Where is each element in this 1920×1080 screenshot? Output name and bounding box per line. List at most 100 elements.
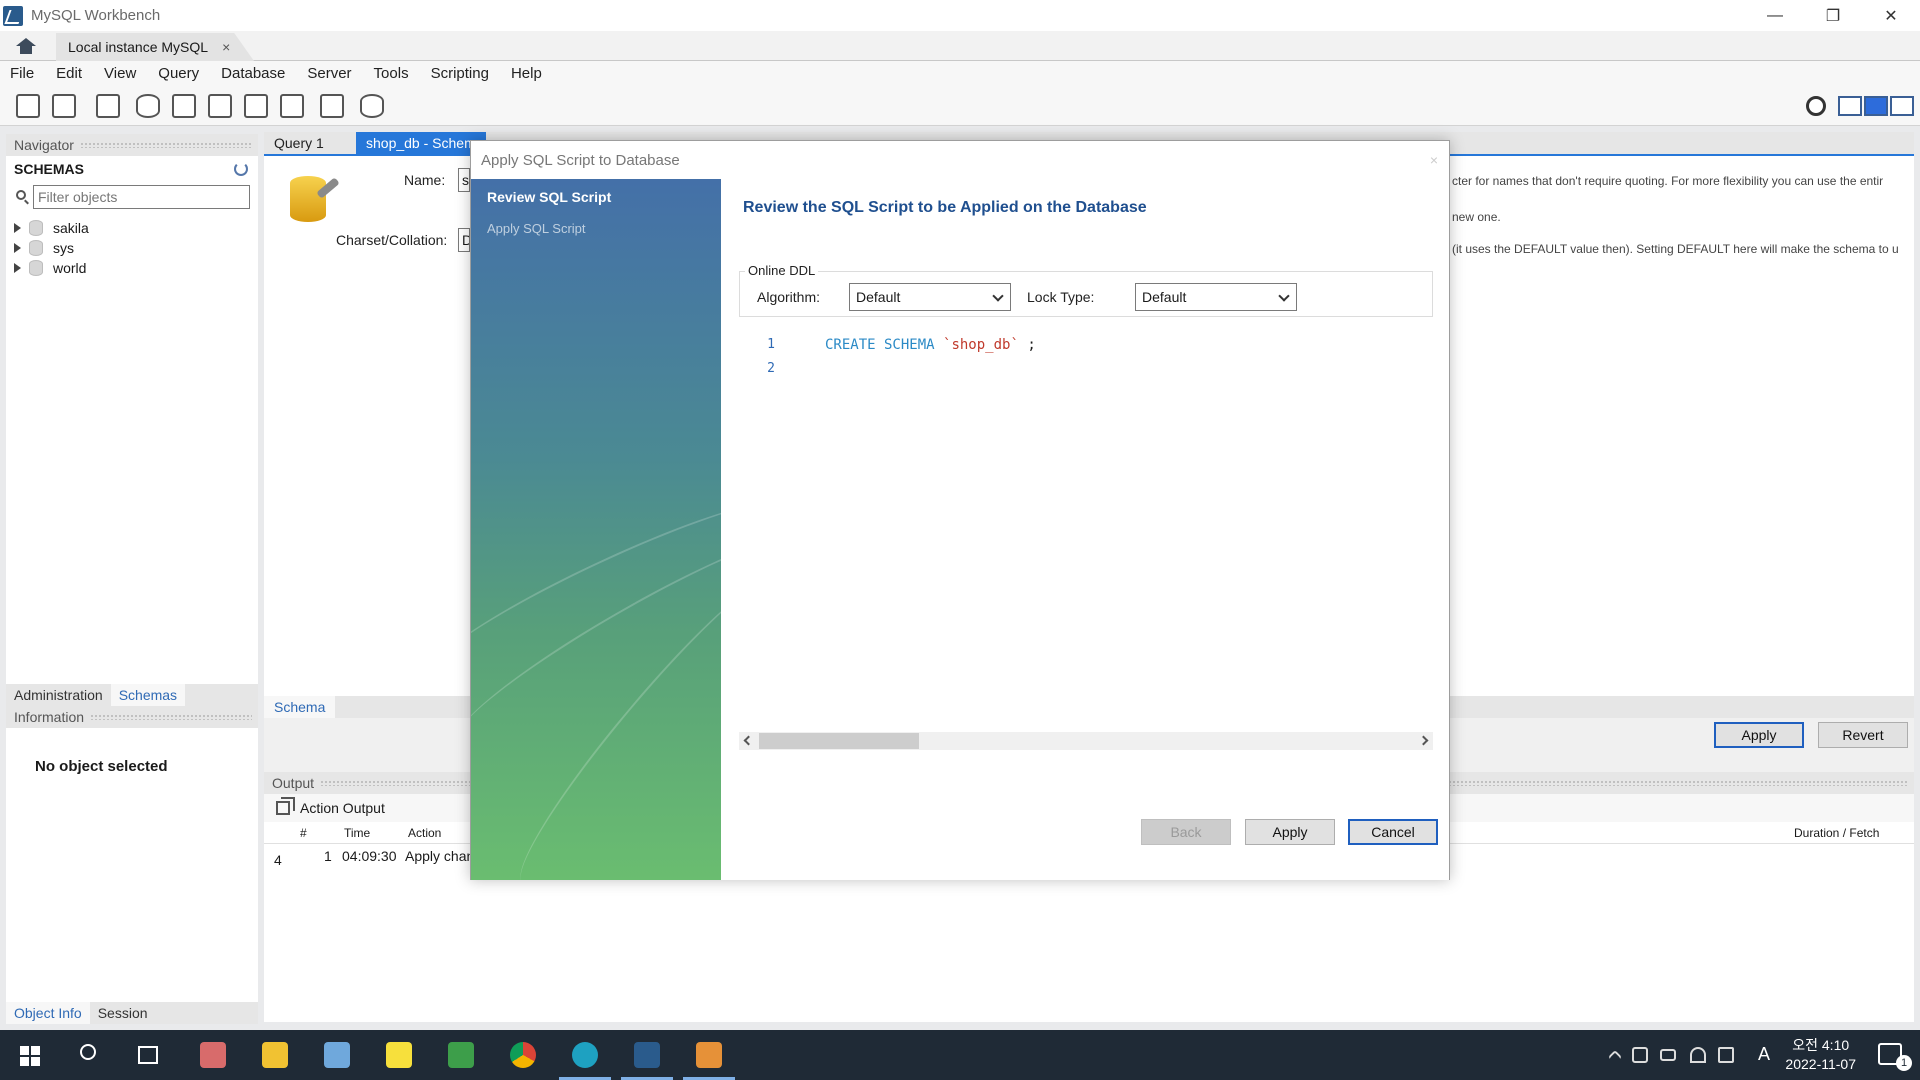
database-cylinder-shape xyxy=(290,176,326,222)
header-grip xyxy=(90,714,252,720)
battery-icon[interactable] xyxy=(1660,1049,1676,1061)
menu-database[interactable]: Database xyxy=(221,65,285,82)
algorithm-select[interactable]: Default xyxy=(849,283,1011,311)
chevron-up-icon[interactable] xyxy=(1607,1049,1623,1065)
tab-schema[interactable]: Schema xyxy=(264,696,336,718)
tab-schemas[interactable]: Schemas xyxy=(110,684,186,706)
revert-button[interactable]: Revert xyxy=(1818,722,1908,748)
dialog-title-bar: Apply SQL Script to Database × xyxy=(471,141,1449,179)
office-app-icon[interactable] xyxy=(696,1042,722,1068)
menu-query[interactable]: Query xyxy=(158,65,199,82)
close-tab-icon[interactable]: × xyxy=(222,39,230,55)
schema-item-world[interactable]: world xyxy=(6,258,258,278)
filter-row xyxy=(6,182,258,212)
lock-type-value: Default xyxy=(1142,289,1187,305)
settings-gear-icon[interactable] xyxy=(1806,96,1826,116)
new-sql-tab-icon[interactable] xyxy=(16,94,40,118)
create-function-icon[interactable] xyxy=(280,94,304,118)
menu-edit[interactable]: Edit xyxy=(56,65,82,82)
menu-server[interactable]: Server xyxy=(307,65,351,82)
network-app-icon[interactable] xyxy=(448,1042,474,1068)
back-button[interactable]: Back xyxy=(1141,819,1231,845)
scroll-right-icon[interactable] xyxy=(1418,735,1429,746)
toolbar xyxy=(0,86,1920,126)
schema-item-sakila[interactable]: sakila xyxy=(6,218,258,238)
home-tab[interactable] xyxy=(8,34,44,58)
wifi-icon[interactable] xyxy=(1690,1047,1706,1063)
close-window-button[interactable]: ✕ xyxy=(1862,0,1920,31)
cancel-button[interactable]: Cancel xyxy=(1348,819,1438,845)
create-procedure-icon[interactable] xyxy=(244,94,268,118)
search-table-data-icon[interactable] xyxy=(320,94,344,118)
tab-administration[interactable]: Administration xyxy=(6,684,111,706)
tab-query-1[interactable]: Query 1 xyxy=(264,132,334,154)
refresh-icon[interactable] xyxy=(234,162,248,176)
schema-item-sys[interactable]: sys xyxy=(6,238,258,258)
menu-file[interactable]: File xyxy=(10,65,34,82)
charset-help-text: (it uses the DEFAULT value then). Settin… xyxy=(1452,242,1899,256)
menu-view[interactable]: View xyxy=(104,65,136,82)
code-text: CREATE SCHEMA `shop_db` ; xyxy=(825,337,1036,359)
row-number: 1 xyxy=(324,848,332,864)
notepad-app-icon[interactable] xyxy=(324,1042,350,1068)
task-view-icon[interactable] xyxy=(138,1046,158,1064)
code-line-2: 2 xyxy=(739,361,775,383)
create-schema-icon[interactable] xyxy=(136,94,160,118)
dialog-body: Review the SQL Script to be Applied on t… xyxy=(721,179,1449,880)
mysql-workbench-taskbar-icon[interactable] xyxy=(634,1042,660,1068)
scroll-left-icon[interactable] xyxy=(743,735,754,746)
lock-type-select[interactable]: Default xyxy=(1135,283,1297,311)
create-table-icon[interactable] xyxy=(172,94,196,118)
clock-date: 2022-11-07 xyxy=(1785,1056,1856,1072)
name-label: Name: xyxy=(404,172,446,188)
filter-objects-input[interactable] xyxy=(33,185,250,209)
scrollbar-thumb[interactable] xyxy=(759,733,919,749)
search-icon xyxy=(16,190,26,200)
apply-button[interactable]: Apply xyxy=(1714,722,1804,748)
inspector-icon[interactable] xyxy=(96,94,120,118)
tab-session[interactable]: Session xyxy=(90,1002,156,1024)
dialog-apply-button[interactable]: Apply xyxy=(1245,819,1335,845)
schema-editor-icon xyxy=(286,170,342,226)
volume-icon[interactable] xyxy=(1718,1047,1734,1063)
search-icon[interactable] xyxy=(80,1044,96,1060)
menu-help[interactable]: Help xyxy=(511,65,542,82)
connection-tab[interactable]: Local instance MySQL × xyxy=(56,33,254,61)
toggle-sidebar-icon[interactable] xyxy=(1838,96,1862,116)
toggle-output-icon[interactable] xyxy=(1864,96,1888,116)
row-time: 04:09:30 xyxy=(342,848,397,864)
restore-button[interactable]: ❐ xyxy=(1804,0,1862,31)
windows-taskbar: A 오전 4:10 2022-11-07 1 xyxy=(0,1030,1920,1080)
copy-icon[interactable] xyxy=(276,797,295,815)
tab-shop-db-schema[interactable]: shop_db - Schem xyxy=(356,132,486,154)
menu-tools[interactable]: Tools xyxy=(374,65,409,82)
file-explorer-icon[interactable] xyxy=(262,1042,288,1068)
expand-arrow-icon[interactable] xyxy=(14,223,21,233)
tab-object-info[interactable]: Object Info xyxy=(6,1002,90,1024)
schema-name-input[interactable]: sh xyxy=(458,168,470,192)
expand-arrow-icon[interactable] xyxy=(14,243,21,253)
device-icon[interactable] xyxy=(1632,1047,1648,1063)
charset-select[interactable]: D xyxy=(458,228,470,252)
row-action: Apply chan xyxy=(405,848,475,864)
schema-label: world xyxy=(53,260,87,276)
open-sql-file-icon[interactable] xyxy=(52,94,76,118)
toggle-secondary-sidebar-icon[interactable] xyxy=(1890,96,1914,116)
chrome-icon[interactable] xyxy=(510,1042,536,1068)
app-icon[interactable] xyxy=(572,1042,598,1068)
taskbar-clock[interactable]: 오전 4:10 2022-11-07 xyxy=(1785,1036,1856,1074)
horizontal-scrollbar[interactable] xyxy=(739,732,1433,750)
reconnect-icon[interactable] xyxy=(360,94,384,118)
schema-label: sys xyxy=(53,240,74,256)
create-view-icon[interactable] xyxy=(208,94,232,118)
expand-arrow-icon[interactable] xyxy=(14,263,21,273)
paint-app-icon[interactable] xyxy=(200,1042,226,1068)
minimize-button[interactable]: — xyxy=(1746,0,1804,31)
sticky-notes-icon[interactable] xyxy=(386,1042,412,1068)
sql-keyword: CREATE SCHEMA xyxy=(825,337,935,353)
sql-script-editor[interactable]: 1 CREATE SCHEMA `shop_db` ; 2 xyxy=(739,327,1433,727)
windows-start-icon[interactable] xyxy=(20,1046,40,1066)
ime-indicator[interactable]: A xyxy=(1758,1044,1770,1065)
menu-scripting[interactable]: Scripting xyxy=(431,65,489,82)
dialog-close-icon[interactable]: × xyxy=(1425,151,1443,169)
